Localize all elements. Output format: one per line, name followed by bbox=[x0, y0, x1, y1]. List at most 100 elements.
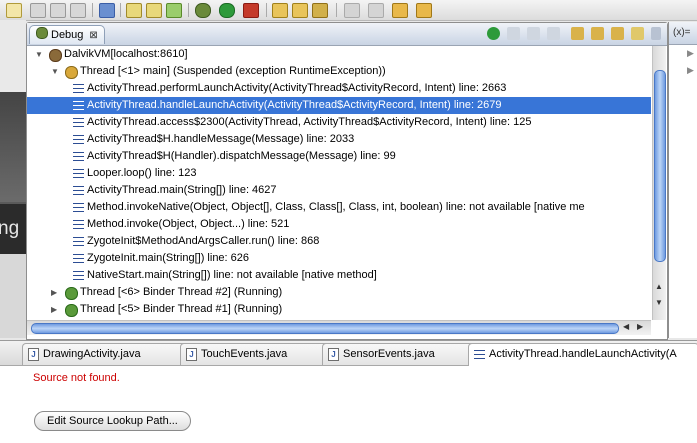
scroll-down-arrow-icon[interactable]: ▼ bbox=[655, 298, 663, 307]
stack-frame-icon bbox=[73, 271, 84, 280]
horizontal-scroll-thumb[interactable] bbox=[31, 323, 619, 334]
editor-tab-touch-events[interactable]: J TouchEvents.java bbox=[180, 343, 336, 365]
variables-view: (x)= ▶ ▶ bbox=[668, 22, 697, 338]
stack-frame-row[interactable]: ActivityThread.main(String[]) line: 4627 bbox=[27, 182, 651, 199]
resume-icon[interactable] bbox=[487, 27, 500, 40]
java-file-icon: J bbox=[186, 348, 197, 361]
new-android-project-icon[interactable] bbox=[146, 3, 162, 18]
row-label: ActivityThread.main(String[]) line: 4627 bbox=[87, 184, 277, 196]
stack-frame-row[interactable]: ActivityThread.performLaunchActivity(Act… bbox=[27, 80, 651, 97]
download-icon[interactable] bbox=[99, 3, 115, 18]
stack-frame-icon bbox=[73, 186, 84, 195]
java-file-icon: J bbox=[28, 348, 39, 361]
expand-arrow-icon[interactable]: ▶ bbox=[687, 48, 694, 59]
back-icon[interactable] bbox=[392, 3, 408, 18]
step-over-icon[interactable] bbox=[591, 27, 604, 40]
prev-annotation-icon[interactable] bbox=[368, 3, 384, 18]
edit-source-lookup-path-button[interactable]: Edit Source Lookup Path... bbox=[34, 411, 191, 431]
scroll-up-arrow-icon[interactable]: ▲ bbox=[655, 282, 663, 291]
view-menu-icon[interactable] bbox=[651, 27, 661, 40]
thread-row[interactable]: ▼ Thread [<1> main] (Suspended (exception… bbox=[27, 63, 651, 80]
save-all-icon[interactable] bbox=[50, 3, 66, 18]
expand-arrow-icon[interactable]: ▶ bbox=[51, 301, 57, 318]
scroll-right-arrow-icon[interactable]: ▶ bbox=[637, 322, 643, 331]
use-step-filters-icon[interactable] bbox=[631, 27, 644, 40]
left-panel-edge: ng bbox=[0, 20, 26, 338]
stack-frame-row[interactable]: ActivityThread.handleLaunchActivity(Acti… bbox=[27, 97, 651, 114]
stack-frame-row[interactable]: Method.invokeNative(Object, Object[], Cl… bbox=[27, 199, 651, 216]
next-annotation-icon[interactable] bbox=[344, 3, 360, 18]
expand-arrow-icon[interactable]: ▶ bbox=[51, 284, 57, 301]
suspend-icon[interactable] bbox=[507, 27, 520, 40]
print-icon[interactable] bbox=[70, 3, 86, 18]
terminate-icon[interactable] bbox=[527, 27, 540, 40]
row-label: Thread [<5> Binder Thread #1] (Running) bbox=[80, 303, 283, 315]
editor-tab-sensor-events[interactable]: J SensorEvents.java bbox=[322, 343, 476, 365]
stack-frame-icon bbox=[73, 203, 84, 212]
collapse-arrow-icon[interactable]: ▼ bbox=[35, 46, 43, 63]
row-label: ActivityThread.performLaunchActivity(Act… bbox=[87, 82, 507, 94]
debug-view: Debug ⊠ ▼ DalvikVM[localhost:8610] ▼ Thread … bbox=[26, 22, 668, 340]
thread-row[interactable]: ▶ Thread [<6> Binder Thread #2] (Running) bbox=[27, 284, 651, 301]
forward-icon[interactable] bbox=[416, 3, 432, 18]
bug-icon bbox=[36, 27, 48, 39]
source-not-found-message: Source not found. bbox=[33, 372, 120, 384]
running-thread-icon bbox=[65, 287, 78, 300]
debug-tab[interactable]: Debug ⊠ bbox=[29, 25, 105, 44]
stack-frame-icon bbox=[73, 220, 84, 229]
open-type-icon[interactable] bbox=[272, 3, 288, 18]
stack-frame-row[interactable]: NativeStart.main(String[]) line: not ava… bbox=[27, 267, 651, 284]
stack-frame-row[interactable]: ActivityThread.access$2300(ActivityThrea… bbox=[27, 114, 651, 131]
external-tools-icon[interactable] bbox=[243, 3, 259, 18]
vertical-scrollbar[interactable]: ▲ ▼ bbox=[652, 46, 666, 320]
thread-row[interactable]: ▶ Thread [<5> Binder Thread #1] (Running) bbox=[27, 301, 651, 318]
android-sdk-icon[interactable] bbox=[166, 3, 182, 18]
editor-area: J DrawingActivity.java J TouchEvents.java … bbox=[0, 340, 697, 443]
save-icon[interactable] bbox=[30, 3, 46, 18]
variables-view-header[interactable]: (x)= bbox=[669, 22, 697, 45]
horizontal-scrollbar[interactable]: ◀ ▶ bbox=[27, 320, 651, 335]
row-label: NativeStart.main(String[]) line: not ava… bbox=[87, 269, 377, 281]
stack-frame-row[interactable]: ZygoteInit.main(String[]) line: 626 bbox=[27, 250, 651, 267]
vm-row[interactable]: ▼ DalvikVM[localhost:8610] bbox=[27, 46, 651, 63]
row-label: ActivityThread$H.handleMessage(Message) … bbox=[87, 133, 355, 145]
stack-frame-row[interactable]: ActivityThread$H(Handler).dispatchMessag… bbox=[27, 148, 651, 165]
debug-target-icon bbox=[49, 49, 62, 62]
expand-arrow-icon[interactable]: ▶ bbox=[687, 65, 694, 76]
step-return-icon[interactable] bbox=[611, 27, 624, 40]
stack-frame-row[interactable]: ActivityThread$H.handleMessage(Message) … bbox=[27, 131, 651, 148]
new-project-icon[interactable] bbox=[126, 3, 142, 18]
close-icon[interactable]: ⊠ bbox=[89, 30, 97, 41]
run-icon[interactable] bbox=[219, 3, 235, 18]
row-label: Method.invoke(Object, Object...) line: 5… bbox=[87, 218, 290, 230]
running-thread-icon bbox=[65, 304, 78, 317]
row-label: Thread [<1> main] (Suspended (exception … bbox=[80, 65, 386, 77]
editor-tab-drawing-activity[interactable]: J DrawingActivity.java bbox=[22, 343, 194, 365]
row-label: ZygoteInit.main(String[]) line: 626 bbox=[87, 252, 250, 264]
disconnect-icon[interactable] bbox=[547, 27, 560, 40]
row-label: Looper.loop() line: 123 bbox=[87, 167, 197, 179]
collapse-arrow-icon[interactable]: ▼ bbox=[51, 63, 59, 80]
new-file-icon[interactable] bbox=[6, 3, 22, 18]
left-panel-text: ng bbox=[0, 204, 26, 254]
scroll-left-arrow-icon[interactable]: ◀ bbox=[623, 322, 629, 331]
stack-frame-icon bbox=[73, 237, 84, 246]
stack-frame-row[interactable]: Looper.loop() line: 123 bbox=[27, 165, 651, 182]
editor-tab-activity-thread[interactable]: ActivityThread.handleLaunchActivity(A bbox=[468, 343, 697, 366]
row-label: ActivityThread$H(Handler).dispatchMessag… bbox=[87, 150, 396, 162]
stack-frame-row[interactable]: Method.invoke(Object, Object...) line: 5… bbox=[27, 216, 651, 233]
open-folder-icon[interactable] bbox=[292, 3, 308, 18]
stack-frame-icon bbox=[73, 84, 84, 93]
row-label: Thread [<6> Binder Thread #2] (Running) bbox=[80, 286, 283, 298]
debug-view-header: Debug ⊠ bbox=[27, 23, 667, 46]
step-into-icon[interactable] bbox=[571, 27, 584, 40]
debug-tab-label: Debug bbox=[51, 29, 84, 41]
editor-tab-bar: J DrawingActivity.java J TouchEvents.java … bbox=[0, 341, 697, 366]
search-icon[interactable] bbox=[312, 3, 328, 18]
vertical-scroll-thumb[interactable] bbox=[654, 70, 666, 262]
stack-frame-row[interactable]: ZygoteInit$MethodAndArgsCaller.run() lin… bbox=[27, 233, 651, 250]
debug-tree: ▼ DalvikVM[localhost:8610] ▼ Thread [<1> ma… bbox=[27, 46, 651, 318]
debug-run-icon[interactable] bbox=[195, 3, 211, 18]
main-toolbar bbox=[0, 0, 697, 21]
stack-frame-icon bbox=[73, 118, 84, 127]
